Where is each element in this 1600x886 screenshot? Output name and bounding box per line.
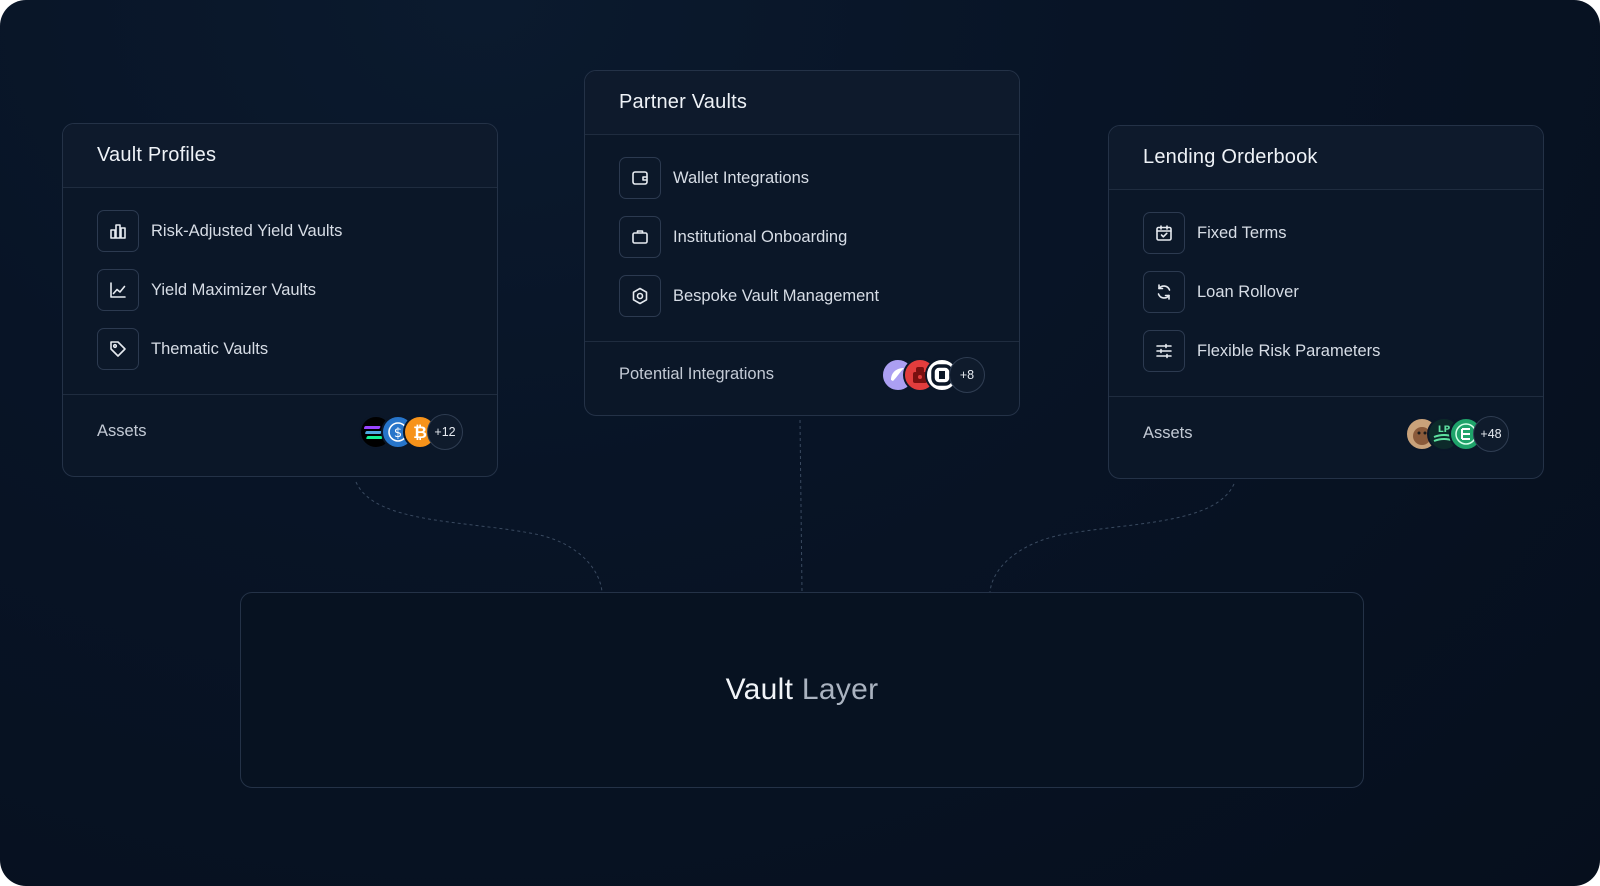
refresh-icon xyxy=(1143,271,1185,313)
tag-icon xyxy=(97,328,139,370)
integration-count-badge: +8 xyxy=(949,356,985,393)
card-title: Partner Vaults xyxy=(619,91,748,113)
hexagon-icon xyxy=(619,275,661,317)
card-header: Lending Orderbook xyxy=(1109,126,1543,190)
item-label: Wallet Integrations xyxy=(673,168,810,187)
list-item-bespoke-vault[interactable]: Bespoke Vault Management xyxy=(619,275,1019,317)
sliders-icon xyxy=(1143,330,1185,372)
list-item-flexible-risk[interactable]: Flexible Risk Parameters xyxy=(1143,330,1543,372)
briefcase-icon xyxy=(619,216,661,258)
footer-label: Assets xyxy=(97,422,147,440)
avatar-group[interactable]: $ ₿ +12 xyxy=(359,413,463,450)
svg-text:₿: ₿ xyxy=(413,423,427,443)
vault-layer-title: Vault Layer xyxy=(726,673,879,707)
item-label: Thematic Vaults xyxy=(151,339,269,358)
card-header: Partner Vaults xyxy=(585,71,1019,135)
card-footer: Potential Integrations +8 xyxy=(585,341,1019,407)
vault-profiles-card: Vault Profiles Risk-Adjusted Yield Vault… xyxy=(62,123,498,477)
line-chart-icon xyxy=(97,269,139,311)
avatar-group[interactable]: +8 xyxy=(881,356,985,393)
partner-vaults-card: Partner Vaults Wallet Integrations Insti… xyxy=(584,70,1020,416)
item-label: Flexible Risk Parameters xyxy=(1197,341,1381,360)
item-label: Bespoke Vault Management xyxy=(673,286,880,305)
card-title: Lending Orderbook xyxy=(1143,146,1318,168)
svg-text:$: $ xyxy=(394,426,402,441)
connector-lending-orderbook xyxy=(989,483,1235,593)
item-label: Fixed Terms xyxy=(1197,223,1287,242)
item-label: Loan Rollover xyxy=(1197,282,1299,301)
vault-layer-box: Vault Layer xyxy=(240,592,1364,788)
asset-count-badge: +12 xyxy=(427,413,463,450)
connector-vault-profiles xyxy=(355,481,603,593)
bar-chart-icon xyxy=(97,210,139,252)
avatar-group[interactable]: LP +48 xyxy=(1405,415,1509,452)
card-header: Vault Profiles xyxy=(63,124,497,188)
list-item-loan-rollover[interactable]: Loan Rollover xyxy=(1143,271,1543,313)
card-title: Vault Profiles xyxy=(97,144,217,166)
wallet-icon xyxy=(619,157,661,199)
list-item-yield-maximizer[interactable]: Yield Maximizer Vaults xyxy=(97,269,497,311)
item-label: Yield Maximizer Vaults xyxy=(151,280,317,299)
card-list: Wallet Integrations Institutional Onboar… xyxy=(585,135,1019,331)
lending-orderbook-card: Lending Orderbook Fixed Terms Loan Rollo… xyxy=(1108,125,1544,479)
list-item-wallet-integrations[interactable]: Wallet Integrations xyxy=(619,157,1019,199)
calendar-check-icon xyxy=(1143,212,1185,254)
vault-layer-word-2: Layer xyxy=(801,673,879,706)
card-list: Fixed Terms Loan Rollover Flexible Risk … xyxy=(1109,190,1543,386)
connector-partner-vaults xyxy=(799,419,803,593)
list-item-thematic[interactable]: Thematic Vaults xyxy=(97,328,497,370)
diagram-canvas: Vault Profiles Risk-Adjusted Yield Vault… xyxy=(0,0,1600,886)
asset-count-badge: +48 xyxy=(1473,415,1509,452)
card-footer: Assets $ ₿ +12 xyxy=(63,394,497,468)
item-label: Risk-Adjusted Yield Vaults xyxy=(151,221,343,240)
list-item-risk-adjusted[interactable]: Risk-Adjusted Yield Vaults xyxy=(97,210,497,252)
list-item-institutional-onboarding[interactable]: Institutional Onboarding xyxy=(619,216,1019,258)
card-list: Risk-Adjusted Yield Vaults Yield Maximiz… xyxy=(63,188,497,384)
card-footer: Assets LP +48 xyxy=(1109,396,1543,470)
item-label: Institutional Onboarding xyxy=(673,227,848,246)
footer-label: Potential Integrations xyxy=(619,365,775,383)
vault-layer-word-1: Vault xyxy=(725,673,794,706)
footer-label: Assets xyxy=(1143,424,1193,442)
list-item-fixed-terms[interactable]: Fixed Terms xyxy=(1143,212,1543,254)
